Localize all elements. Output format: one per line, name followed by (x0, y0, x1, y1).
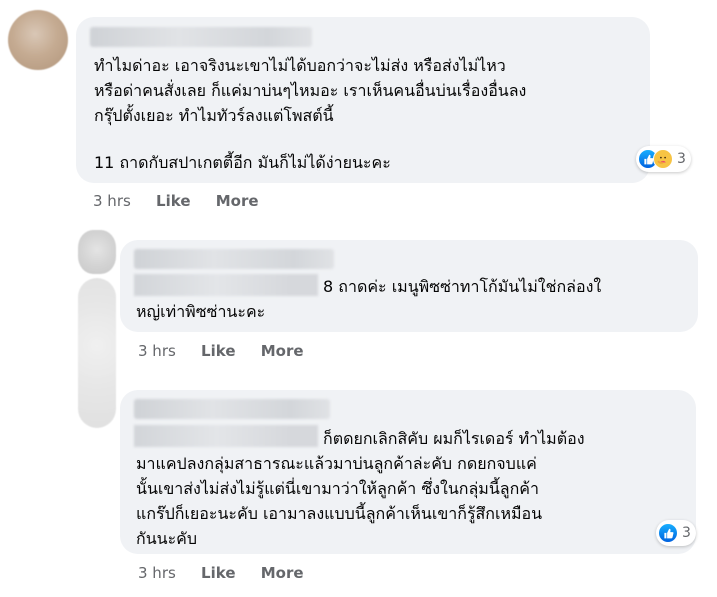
comment-text-line: มาแคปลงกลุ่มสาธารณะแล้วมาบ่นลูกค้าล่ะคับ… (136, 454, 537, 473)
commenter-name-redacted[interactable] (134, 399, 330, 419)
comment-text-line: 8 ถาดค่ะ เมนูพิซซ่าทาโก้มันไม่ใช่กล่องใ (323, 277, 602, 296)
more-button[interactable]: More (261, 564, 304, 582)
comment-text-line: หรือด่าคนสั่งเลย ก็แค่มาบ่นๆไหมอะ เราเห็… (94, 81, 527, 100)
comment-text-line: นั้นเขาส่งไม่ส่งไม่รู้แต่นี่เขามาว่าให้ล… (136, 479, 539, 498)
mentioned-name-redacted[interactable] (134, 425, 318, 447)
commenter-name-redacted[interactable] (90, 27, 312, 47)
comment-text-line: กันนะคับ (136, 529, 198, 548)
reaction-summary[interactable]: 3 (656, 520, 696, 546)
like-button[interactable]: Like (156, 192, 190, 210)
reaction-count: 3 (677, 151, 686, 167)
like-button[interactable]: Like (201, 342, 235, 360)
reply-avatar-blurred (78, 278, 116, 428)
comment-actions: 3 hrs Like More (138, 564, 324, 582)
comment-text-line: 11 ถาดกับสปาเกตตี้อีก มันก็ไม่ได้ง่ายนะค… (94, 153, 391, 172)
care-icon (653, 149, 673, 169)
comment-text-line: กรุ๊ปตั้งเยอะ ทำไมทัวร์ลงแต่โพสต์นี้ (94, 106, 334, 125)
more-button[interactable]: More (216, 192, 259, 210)
comment-actions: 3 hrs Like More (138, 342, 324, 360)
commenter-name-redacted[interactable] (134, 249, 334, 269)
comment-actions: 3 hrs Like More (93, 192, 279, 210)
comment-timestamp[interactable]: 3 hrs (138, 342, 176, 360)
like-button[interactable]: Like (201, 564, 235, 582)
more-button[interactable]: More (261, 342, 304, 360)
reaction-summary[interactable]: 3 (636, 146, 691, 172)
comment-text-line: ทำไมด่าอะ เอาจริงนะเขาไม่ได้บอกว่าจะไม่ส… (94, 56, 506, 75)
comment-timestamp[interactable]: 3 hrs (138, 564, 176, 582)
mentioned-name-redacted[interactable] (134, 274, 318, 296)
comment-text-line: ก็ตดยกเลิกสิคับ ผมก็ไรเดอร์ ทำไมต้อง (323, 429, 585, 448)
commenter-avatar[interactable] (8, 10, 68, 70)
comment-text-line: หญ่เท่าพิซซ่านะคะ (136, 302, 266, 321)
comment-text-line: แกร๊ปก็เยอะนะคับ เอามาลงแบบนี้ลูกค้าเห็น… (136, 504, 543, 523)
comment-timestamp[interactable]: 3 hrs (93, 192, 131, 210)
like-icon (658, 523, 678, 543)
reaction-count: 3 (682, 525, 691, 541)
reply-avatar[interactable] (78, 230, 116, 274)
